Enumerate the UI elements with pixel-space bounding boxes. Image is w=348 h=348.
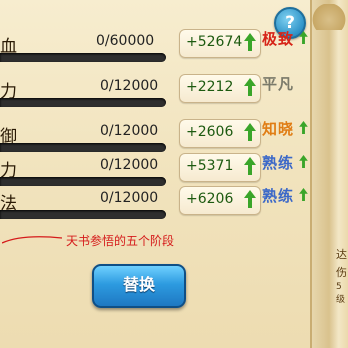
up-arrow-icon — [244, 190, 256, 208]
up-arrow-icon — [244, 157, 256, 175]
stat-value: 0/12000 — [100, 157, 159, 173]
bonus-value: +52674 — [186, 34, 243, 50]
swap-button-label: 替换 — [122, 275, 155, 294]
rank-label: 极致 — [262, 30, 295, 48]
stat-row-strength: 力 0/12000 +2212 平凡 — [0, 74, 320, 123]
bonus-value: +2212 — [186, 79, 234, 95]
stat-value: 0/60000 — [96, 33, 155, 49]
bonus-value: +2606 — [186, 124, 234, 140]
bonus-badge: +2606 — [179, 119, 261, 148]
stat-row-hp: 血 0/60000 +52674 极致 — [0, 29, 320, 78]
stat-value: 0/12000 — [100, 123, 159, 139]
rank-up-arrow-icon — [299, 188, 308, 201]
stat-progress-bar — [0, 210, 166, 219]
side-text-2: 伤 — [336, 266, 347, 279]
annotation-pointer-line — [2, 236, 62, 244]
rank-up-arrow-icon — [299, 155, 308, 168]
scroll-ornament — [312, 4, 346, 30]
bonus-badge: +5371 — [179, 153, 261, 182]
bonus-value: +5371 — [186, 158, 234, 174]
rank-label: 熟练 — [262, 154, 295, 172]
up-arrow-icon — [244, 123, 256, 141]
up-arrow-icon — [244, 78, 256, 96]
annotation-text: 天书参悟的五个阶段 — [66, 234, 175, 248]
rank-label: 知晓 — [262, 120, 295, 138]
bonus-badge: +2212 — [179, 74, 261, 103]
swap-button[interactable]: 替换 — [92, 264, 186, 308]
stat-row-magic: 法 0/12000 +6206 熟练 — [0, 186, 320, 235]
side-text-1: 达 — [336, 248, 347, 261]
stat-progress-bar — [0, 177, 166, 186]
stat-value: 0/12000 — [100, 190, 159, 206]
bonus-value: +6206 — [186, 191, 234, 207]
rank-label: 平凡 — [262, 75, 295, 93]
side-text-3: 5级 — [336, 282, 346, 305]
stat-progress-bar — [0, 143, 166, 152]
rank-label: 熟练 — [262, 187, 295, 205]
bonus-badge: +6206 — [179, 186, 261, 215]
stat-value: 0/12000 — [100, 78, 159, 94]
stat-progress-bar — [0, 98, 166, 107]
bonus-badge: +52674 — [179, 29, 261, 58]
stat-progress-bar — [0, 53, 166, 62]
up-arrow-icon — [244, 33, 256, 51]
rank-up-arrow-icon — [299, 31, 308, 44]
rank-up-arrow-icon — [299, 121, 308, 134]
